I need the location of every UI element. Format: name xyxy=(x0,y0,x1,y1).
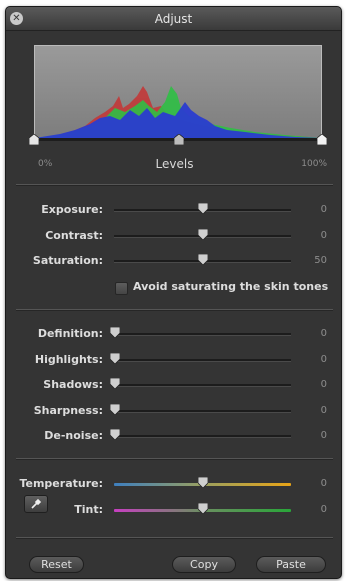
levels-max-label: 100% xyxy=(301,159,327,169)
exposure-slider-knob[interactable] xyxy=(198,203,208,214)
sharpness-slider[interactable] xyxy=(114,410,291,413)
exposure-label: Exposure: xyxy=(41,203,103,216)
separator xyxy=(16,537,333,539)
separator xyxy=(16,184,333,186)
reset-button[interactable]: Reset xyxy=(29,556,84,573)
highlights-slider-knob[interactable] xyxy=(110,353,120,364)
contrast-slider-knob[interactable] xyxy=(198,229,208,240)
skin-tones-label: Avoid saturating the skin tones xyxy=(133,280,329,293)
title-bar: ✕ Adjust xyxy=(6,7,341,31)
definition-value: 0 xyxy=(320,328,327,339)
highlights-label: Highlights: xyxy=(34,353,103,366)
adjust-panel: ✕ Adjust 0% Levels 100% Exposure: 0 Cont… xyxy=(5,6,342,579)
levels-black-point-handle[interactable] xyxy=(29,134,39,145)
tint-label: Tint: xyxy=(74,503,103,516)
histogram xyxy=(34,45,322,139)
temperature-slider-knob[interactable] xyxy=(198,477,208,488)
levels-midpoint-handle[interactable] xyxy=(174,134,184,145)
shadows-slider[interactable] xyxy=(114,384,291,387)
definition-slider-knob[interactable] xyxy=(110,327,120,338)
levels-label: Levels xyxy=(155,157,194,171)
sharpness-label: Sharpness: xyxy=(33,404,103,417)
saturation-value: 50 xyxy=(314,255,327,266)
separator xyxy=(16,309,333,311)
denoise-label: De-noise: xyxy=(44,429,103,442)
contrast-value: 0 xyxy=(320,230,327,241)
definition-label: Definition: xyxy=(37,327,103,340)
denoise-slider-knob[interactable] xyxy=(110,429,120,440)
separator xyxy=(16,458,333,460)
shadows-label: Shadows: xyxy=(43,378,103,391)
highlights-value: 0 xyxy=(320,354,327,365)
temperature-label: Temperature: xyxy=(19,477,103,490)
exposure-value: 0 xyxy=(320,204,327,215)
denoise-slider[interactable] xyxy=(114,435,291,438)
tint-slider-knob[interactable] xyxy=(198,503,208,514)
sharpness-value: 0 xyxy=(320,405,327,416)
histogram-graph xyxy=(35,86,321,138)
highlights-slider[interactable] xyxy=(114,359,291,362)
skin-tones-checkbox[interactable] xyxy=(115,282,128,295)
tint-value: 0 xyxy=(320,504,327,515)
saturation-slider-knob[interactable] xyxy=(198,254,208,265)
sharpness-slider-knob[interactable] xyxy=(110,404,120,415)
paste-button[interactable]: Paste xyxy=(256,556,326,573)
copy-button[interactable]: Copy xyxy=(172,556,236,573)
shadows-slider-knob[interactable] xyxy=(110,378,120,389)
temperature-value: 0 xyxy=(320,478,327,489)
definition-slider[interactable] xyxy=(114,333,291,336)
levels-white-point-handle[interactable] xyxy=(317,134,327,145)
contrast-label: Contrast: xyxy=(45,229,103,242)
saturation-label: Saturation: xyxy=(32,254,103,267)
shadows-value: 0 xyxy=(320,379,327,390)
window-title: Adjust xyxy=(154,12,193,26)
denoise-value: 0 xyxy=(320,430,327,441)
